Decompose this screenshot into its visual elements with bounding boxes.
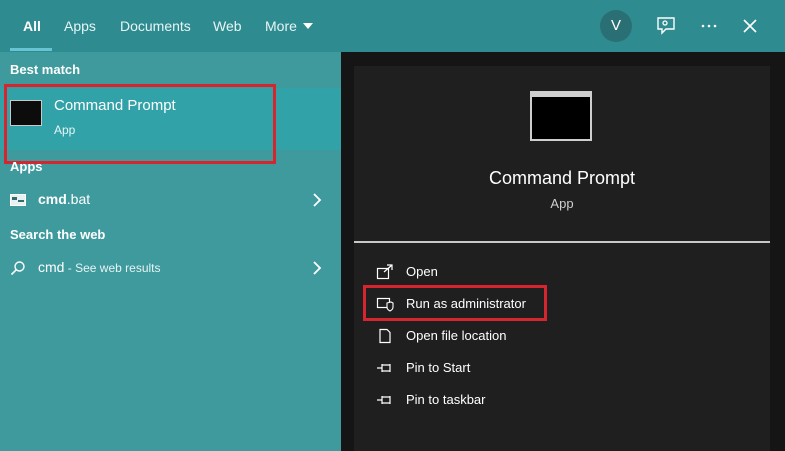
- tab-web[interactable]: Web: [213, 0, 242, 52]
- more-options-icon[interactable]: [696, 13, 722, 39]
- list-item-cmd-bat[interactable]: cmd.bat: [0, 183, 341, 217]
- action-run-as-administrator[interactable]: Run as administrator: [376, 292, 676, 316]
- shield-icon: [376, 297, 394, 312]
- search-window: All Apps Documents Web More V Best match…: [0, 0, 785, 451]
- open-icon: [376, 264, 393, 280]
- window-titlebar: [532, 93, 590, 97]
- chevron-right-icon[interactable]: [312, 261, 322, 275]
- section-best-match: Best match: [10, 62, 81, 77]
- best-match-title: Command Prompt: [54, 97, 176, 114]
- action-open-file-location-label: Open file location: [406, 328, 507, 343]
- action-pin-to-taskbar-label: Pin to taskbar: [406, 392, 486, 407]
- avatar[interactable]: V: [600, 10, 632, 42]
- chevron-right-icon[interactable]: [312, 193, 322, 207]
- close-icon[interactable]: [737, 13, 763, 39]
- action-pin-to-start[interactable]: Pin to Start: [376, 356, 676, 380]
- command-prompt-large-icon: [530, 91, 592, 141]
- cmd-bat-label: cmd.bat: [38, 191, 91, 207]
- file-location-icon: [379, 328, 391, 344]
- tab-all[interactable]: All: [23, 0, 41, 52]
- tab-more[interactable]: More: [265, 0, 313, 52]
- tab-documents[interactable]: Documents: [120, 0, 191, 52]
- best-match-subtitle: App: [54, 123, 76, 137]
- action-pin-to-start-label: Pin to Start: [406, 360, 471, 375]
- pin-icon: [377, 396, 391, 404]
- search-icon: [10, 261, 25, 276]
- batch-file-icon: [10, 194, 26, 206]
- preview-subtitle: App: [550, 196, 574, 211]
- caret-down-icon: [302, 23, 313, 30]
- list-item-web-search[interactable]: cmd - See web results: [0, 251, 341, 285]
- feedback-icon[interactable]: [653, 13, 679, 39]
- preview-title: Command Prompt: [488, 168, 636, 188]
- tab-apps[interactable]: Apps: [64, 0, 96, 52]
- action-open-label: Open: [406, 264, 438, 279]
- action-pin-to-taskbar[interactable]: Pin to taskbar: [376, 388, 676, 412]
- action-open-file-location[interactable]: Open file location: [376, 324, 676, 348]
- action-open[interactable]: Open: [376, 260, 676, 284]
- preview-divider: [354, 241, 770, 243]
- command-prompt-icon: [10, 100, 42, 126]
- section-search-web: Search the web: [10, 227, 106, 242]
- section-apps: Apps: [10, 159, 43, 174]
- tab-more-label: More: [265, 18, 297, 34]
- active-tab-indicator: [10, 48, 52, 51]
- action-run-as-administrator-label: Run as administrator: [406, 296, 526, 311]
- web-search-label: cmd - See web results: [38, 259, 161, 275]
- filter-tab-bar: All Apps Documents Web More V: [0, 0, 785, 52]
- pin-icon: [377, 364, 391, 372]
